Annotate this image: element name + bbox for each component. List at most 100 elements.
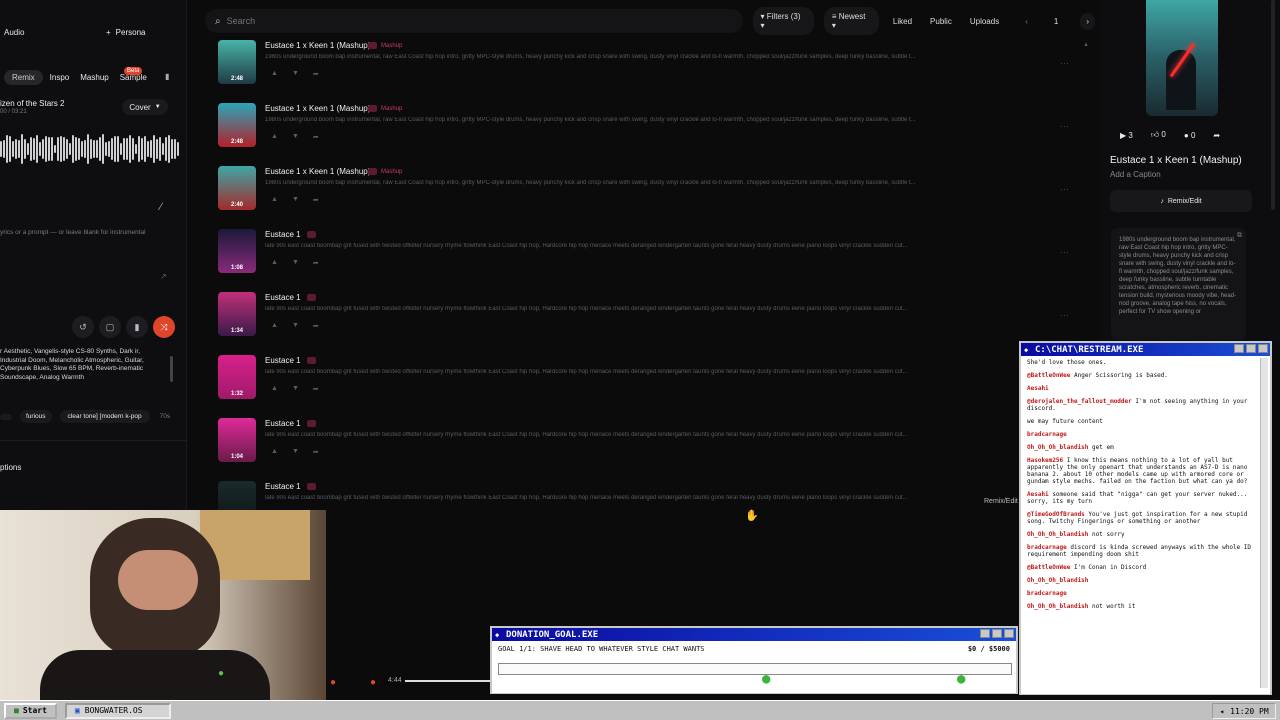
thumbs-up-icon[interactable]: ▲ xyxy=(271,448,278,456)
maximize-icon[interactable] xyxy=(992,629,1002,638)
play-count[interactable]: ▶ 3 xyxy=(1120,131,1133,140)
style-tag-blank[interactable] xyxy=(0,413,12,420)
chat-username[interactable]: Oh_Oh_Oh_blandish xyxy=(1027,603,1088,610)
more-options-icon[interactable]: ⋯ xyxy=(1060,58,1069,69)
song-row[interactable]: 1:08 Eustace 1 late 90s east coast boomb… xyxy=(218,229,1078,292)
song-thumbnail[interactable]: 1:32 xyxy=(218,355,256,399)
thumbs-down-icon[interactable]: ▼ xyxy=(292,133,299,141)
song-row[interactable]: 2:48 Eustace 1 x Keen 1 (Mashup) Mashup … xyxy=(218,40,1078,103)
share-icon[interactable]: ➦ xyxy=(313,133,319,141)
delete-icon[interactable]: ▮ xyxy=(126,316,148,338)
next-page-icon[interactable]: › xyxy=(1080,12,1095,30)
chat-username[interactable]: @derojalen_the_fallout_modder xyxy=(1027,398,1132,405)
song-thumbnail[interactable]: 1:04 xyxy=(218,418,256,462)
minimize-icon[interactable] xyxy=(980,629,990,638)
chat-username[interactable]: bradcarnage xyxy=(1027,431,1067,438)
add-caption[interactable]: Add a Caption xyxy=(1110,170,1161,179)
chat-username[interactable]: @BattleOnWee xyxy=(1027,564,1070,571)
search-input[interactable] xyxy=(226,16,727,26)
detail-scrollbar[interactable] xyxy=(1271,0,1275,210)
thumbs-down-icon[interactable]: ▼ xyxy=(292,385,299,393)
more-options-icon[interactable]: ⋯ xyxy=(1060,310,1069,321)
resize-icon[interactable]: ↗ xyxy=(160,272,167,281)
style-tag[interactable]: furious xyxy=(20,410,52,423)
thumbs-up-icon[interactable]: ▲ xyxy=(271,259,278,267)
remix-edit-button[interactable]: ♪ Remix/Edit xyxy=(1110,190,1252,212)
close-icon[interactable] xyxy=(1004,629,1014,638)
song-row[interactable]: Eustace 1 late 90s east coast boombap gr… xyxy=(218,481,1078,544)
thumbs-down-icon[interactable]: ▼ xyxy=(292,448,299,456)
thumbs-down-icon[interactable]: ▼ xyxy=(292,259,299,267)
liked-filter[interactable]: Liked xyxy=(889,12,916,31)
song-title[interactable]: Eustace 1 xyxy=(265,293,301,302)
taskbar-item[interactable]: ▣ BONGWATER.OS xyxy=(64,702,171,719)
prev-page-icon[interactable]: ‹ xyxy=(1021,12,1032,31)
thumbs-up-icon[interactable]: ▲ xyxy=(271,322,278,330)
close-icon[interactable] xyxy=(1258,344,1268,353)
chat-scrollbar[interactable] xyxy=(1260,358,1268,688)
song-title[interactable]: Eustace 1 x Keen 1 (Mashup) xyxy=(265,167,370,176)
share-icon[interactable]: ➦ xyxy=(313,448,319,456)
more-options-icon[interactable]: ⋯ xyxy=(1060,184,1069,195)
song-row[interactable]: 1:32 Eustace 1 late 90s east coast boomb… xyxy=(218,355,1078,418)
remix-edit-hover-button[interactable]: Remix/Edit xyxy=(984,498,1018,505)
song-thumbnail[interactable]: 1:34 xyxy=(218,292,256,336)
more-options-icon[interactable]: ⋯ xyxy=(1060,121,1069,132)
share-icon[interactable]: ➦ xyxy=(313,385,319,393)
copy-icon[interactable]: ⧉ xyxy=(1237,232,1242,240)
player-progress[interactable] xyxy=(405,680,490,682)
uploads-filter[interactable]: Uploads xyxy=(966,12,1003,31)
song-thumbnail[interactable]: 2:48 xyxy=(218,103,256,147)
chat-username[interactable]: Hasokem256 xyxy=(1027,457,1063,464)
style-tag[interactable]: 70s xyxy=(158,410,172,423)
style-text[interactable]: r Aesthetic, Vangelis-style CS-80 Synths… xyxy=(0,348,162,382)
chat-username[interactable]: Oh_Oh_Oh_blandish xyxy=(1027,444,1088,451)
public-filter[interactable]: Public xyxy=(926,12,956,31)
chat-username[interactable]: Oh_Oh_Oh_blandish xyxy=(1027,531,1088,538)
song-thumbnail[interactable]: 1:08 xyxy=(218,229,256,273)
chat-username[interactable]: Oh_Oh_Oh_blandish xyxy=(1027,577,1088,584)
persona-button[interactable]: + Persona xyxy=(106,28,145,37)
chat-username[interactable]: bradcarnage xyxy=(1027,544,1067,551)
chat-username[interactable]: Aesahi xyxy=(1027,385,1049,392)
comment-count[interactable]: ● 0 xyxy=(1184,131,1196,140)
scroll-up-icon[interactable]: ▲ xyxy=(1083,42,1089,52)
style-scrollbar[interactable] xyxy=(170,356,173,382)
share-icon[interactable]: ➦ xyxy=(313,322,319,330)
tab-inspo[interactable]: Inspo xyxy=(50,73,70,82)
options-toggle[interactable]: ptions xyxy=(0,463,21,472)
cover-dropdown[interactable]: Cover ▼ xyxy=(122,99,168,115)
thumbs-up-icon[interactable]: ▲ xyxy=(271,133,278,141)
maximize-icon[interactable] xyxy=(1246,344,1256,353)
song-title[interactable]: Eustace 1 xyxy=(265,419,301,428)
filters-button[interactable]: ▾ Filters (3) ▾ xyxy=(752,7,814,35)
page-number[interactable]: 1 xyxy=(1050,12,1062,31)
lyrics-placeholder[interactable]: yrics or a prompt — or leave blank for i… xyxy=(0,229,146,236)
sort-button[interactable]: ≡ Newest ▾ xyxy=(823,7,879,35)
tab-mashup[interactable]: Mashup xyxy=(80,73,108,82)
waveform[interactable] xyxy=(0,130,180,168)
speaker-icon[interactable]: ◂ xyxy=(1219,707,1224,716)
thumbs-up-icon[interactable]: ▲ xyxy=(271,70,278,78)
song-row[interactable]: 1:04 Eustace 1 late 90s east coast boomb… xyxy=(218,418,1078,481)
chat-username[interactable]: @TimeGodOfBrands xyxy=(1027,511,1085,518)
song-title[interactable]: Eustace 1 x Keen 1 (Mashup) xyxy=(265,104,370,113)
chat-username[interactable]: bradcarnage xyxy=(1027,590,1067,597)
tab-remix[interactable]: Remix xyxy=(4,70,43,85)
style-tag[interactable]: clear tone] [modern k-pop xyxy=(59,410,150,423)
share-icon[interactable]: ➦ xyxy=(313,196,319,204)
thumbs-down-icon[interactable]: ▼ xyxy=(292,196,299,204)
thumbs-down-icon[interactable]: ▼ xyxy=(292,70,299,78)
chat-username[interactable]: @BattleOnWee xyxy=(1027,372,1070,379)
shuffle-icon[interactable]: ⤨ xyxy=(153,316,175,338)
song-title[interactable]: Eustace 1 xyxy=(265,230,301,239)
song-row[interactable]: 2:48 Eustace 1 x Keen 1 (Mashup) Mashup … xyxy=(218,103,1078,166)
like-count[interactable]: 👍︎ 0 xyxy=(1151,130,1166,140)
song-row[interactable]: 2:40 Eustace 1 x Keen 1 (Mashup) Mashup … xyxy=(218,166,1078,229)
song-title[interactable]: Eustace 1 xyxy=(265,356,301,365)
start-button[interactable]: ■ Start xyxy=(4,702,57,719)
thumbs-down-icon[interactable]: ▼ xyxy=(292,322,299,330)
more-options-icon[interactable]: ⋯ xyxy=(1060,247,1069,258)
thumbs-up-icon[interactable]: ▲ xyxy=(271,385,278,393)
donation-titlebar[interactable]: ◆ DONATION_GOAL.EXE xyxy=(492,628,1016,641)
